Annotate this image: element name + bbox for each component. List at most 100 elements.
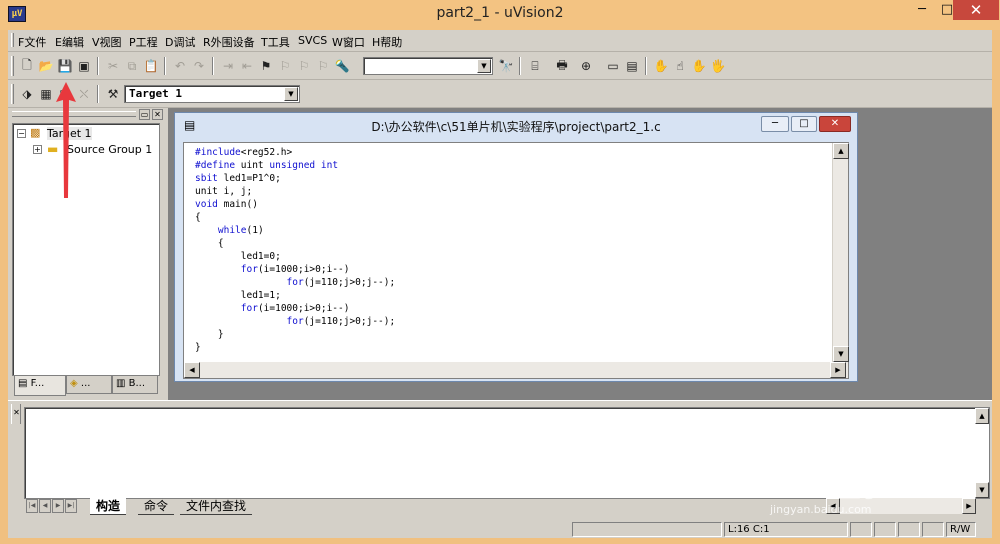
editor-titlebar[interactable]: ▤ D:\办公软件\c\51单片机\实验程序\project\part2_1.c… [175,113,857,137]
stop-build-icon[interactable]: ⛌ [75,85,93,103]
scroll-up-icon[interactable]: ▲ [975,408,989,424]
code-line: #define uint unsigned int [195,160,339,171]
find-in-files-icon[interactable]: 🔦 [333,57,351,75]
code-line: { [195,238,224,249]
menu-project[interactable]: P工程 [129,34,158,50]
code-line: } [195,329,224,340]
code-line: unit i, j; [195,186,253,197]
print-icon[interactable]: 🖶 [553,57,571,75]
tab-prev-icon[interactable]: ◀ [39,499,51,513]
open-folder-icon[interactable]: 📂 [37,57,55,75]
tab-label: F... [30,378,45,389]
unindent-icon[interactable]: ⇤ [238,57,256,75]
toolbar-grip[interactable] [11,84,14,104]
code-line: for(i=1000;i>0;i--) [240,264,350,275]
bookmark-toggle-icon[interactable]: ⚑ [257,57,275,75]
panel-close-icon[interactable]: ✕ [152,109,163,120]
project-panel-header: ▭ ✕ [8,108,168,122]
tab-next-icon[interactable]: ▶ [52,499,64,513]
tab-build[interactable]: 构造 [90,498,127,515]
bookmark-prev-icon[interactable]: ⚐ [295,57,313,75]
paste-icon[interactable]: 📋 [142,57,160,75]
menu-file[interactable]: F文件 [18,34,46,50]
tab-first-icon[interactable]: |◀ [26,499,38,513]
debug-session-icon[interactable]: ⊕ [577,57,595,75]
editor-close-button[interactable]: ✕ [819,116,851,132]
code-line: sbit led1=P1^0; [195,173,281,184]
new-file-icon[interactable]: 🗋 [18,57,36,75]
editor-vertical-scrollbar[interactable]: ▲ ▼ [832,143,849,362]
code-line: for(i=1000;i>0;i--) [240,303,350,314]
close-button[interactable]: ✕ [953,0,999,20]
menu-edit[interactable]: E编辑 [55,34,84,50]
menu-svcs[interactable]: SVCS [298,34,327,47]
baidu-watermark: Bai经验 jingyan.baidu.com [760,455,980,535]
redo-icon[interactable]: ↷ [190,57,208,75]
copy-icon[interactable]: ⧉ [123,57,141,75]
window-icon[interactable]: ▭ [604,57,622,75]
tab-command[interactable]: 命令 [138,498,175,515]
editor-restore-button[interactable]: □ [791,116,817,132]
code-line: led1=1; [195,290,281,301]
status-cell [572,522,722,537]
toolbar-separator [164,57,166,75]
expand-icon[interactable]: + [33,145,42,154]
tab-files[interactable]: ▤ F... [14,376,66,396]
menu-tools[interactable]: T工具 [261,34,290,50]
scroll-right-icon[interactable]: ▶ [830,362,846,378]
panel-maximize-icon[interactable]: ▭ [139,109,150,120]
toolbar-separator [645,57,647,75]
window-title: part2_1 - uVision2 [436,5,564,21]
compile-icon[interactable]: ⬗ [18,85,36,103]
tree-item-label: Source Group 1 [67,143,153,156]
annotation-arrow [56,82,76,198]
code-editor[interactable]: #include<reg52.h> #define uint unsigned … [183,142,849,379]
tab-last-icon[interactable]: ▶| [65,499,77,513]
tab-find-in-files[interactable]: 文件内查找 [180,498,253,515]
build-target-icon[interactable]: ▦ [37,85,55,103]
scroll-up-icon[interactable]: ▲ [833,143,849,159]
cut-icon[interactable]: ✂ [104,57,122,75]
hand-options-icon[interactable]: 🖐 [709,57,727,75]
code-line: { [195,212,201,223]
hand-disabled-icon[interactable]: ✋ [690,57,708,75]
tab-regs[interactable]: ◈ ... [66,376,112,394]
window-split-icon[interactable]: ▤ [623,57,641,75]
code-line: void main() [195,199,258,210]
menu-window[interactable]: W窗口 [332,34,365,50]
save-icon[interactable]: 💾 [56,57,74,75]
editor-horizontal-scrollbar[interactable]: ◀ ▶ [184,362,848,378]
minimize-button[interactable]: ─ [909,0,935,20]
hand-icon[interactable]: ✋ [652,57,670,75]
hand-stop-icon[interactable]: ☝ [671,57,689,75]
indent-icon[interactable]: ⇥ [219,57,237,75]
scroll-left-icon[interactable]: ◀ [184,362,200,378]
code-line: } [195,342,201,353]
save-all-icon[interactable]: ▣ [75,57,93,75]
find-binoculars-icon[interactable]: 🔭 [497,57,515,75]
menu-peripherals[interactable]: R外围设备 [203,34,255,50]
project-tree[interactable]: − ▩ Target 1 + ▬ Source Group 1 [12,123,160,376]
target-select[interactable]: Target 1 ▼ [124,85,300,103]
tab-books[interactable]: ▥ B... [112,376,158,394]
find-combo[interactable]: ▼ [363,57,493,75]
undo-icon[interactable]: ↶ [171,57,189,75]
output-close-icon[interactable]: ✕ [12,409,21,418]
menubar-grip[interactable] [11,33,14,47]
menu-view[interactable]: V视图 [92,34,122,50]
menu-help[interactable]: H帮助 [372,34,402,50]
bookmark-clear-icon[interactable]: ⚐ [314,57,332,75]
toolbar-grip[interactable] [11,56,14,76]
browse-icon[interactable]: ⌸ [526,57,544,75]
target-options-icon[interactable]: ⚒ [104,85,122,103]
chevron-down-icon[interactable]: ▼ [477,59,491,73]
workspace: ▭ ✕ − ▩ Target 1 + ▬ Source Group 1 ▤ F.… [8,108,992,400]
collapse-icon[interactable]: − [17,129,26,138]
scroll-down-icon[interactable]: ▼ [833,346,849,362]
editor-window: ▤ D:\办公软件\c\51单片机\实验程序\project\part2_1.c… [174,112,858,382]
watermark-brand: Bai经验 [766,465,895,505]
menu-debug[interactable]: D调试 [165,34,195,50]
editor-minimize-button[interactable]: ─ [761,116,789,132]
chevron-down-icon[interactable]: ▼ [284,87,298,101]
bookmark-next-icon[interactable]: ⚐ [276,57,294,75]
